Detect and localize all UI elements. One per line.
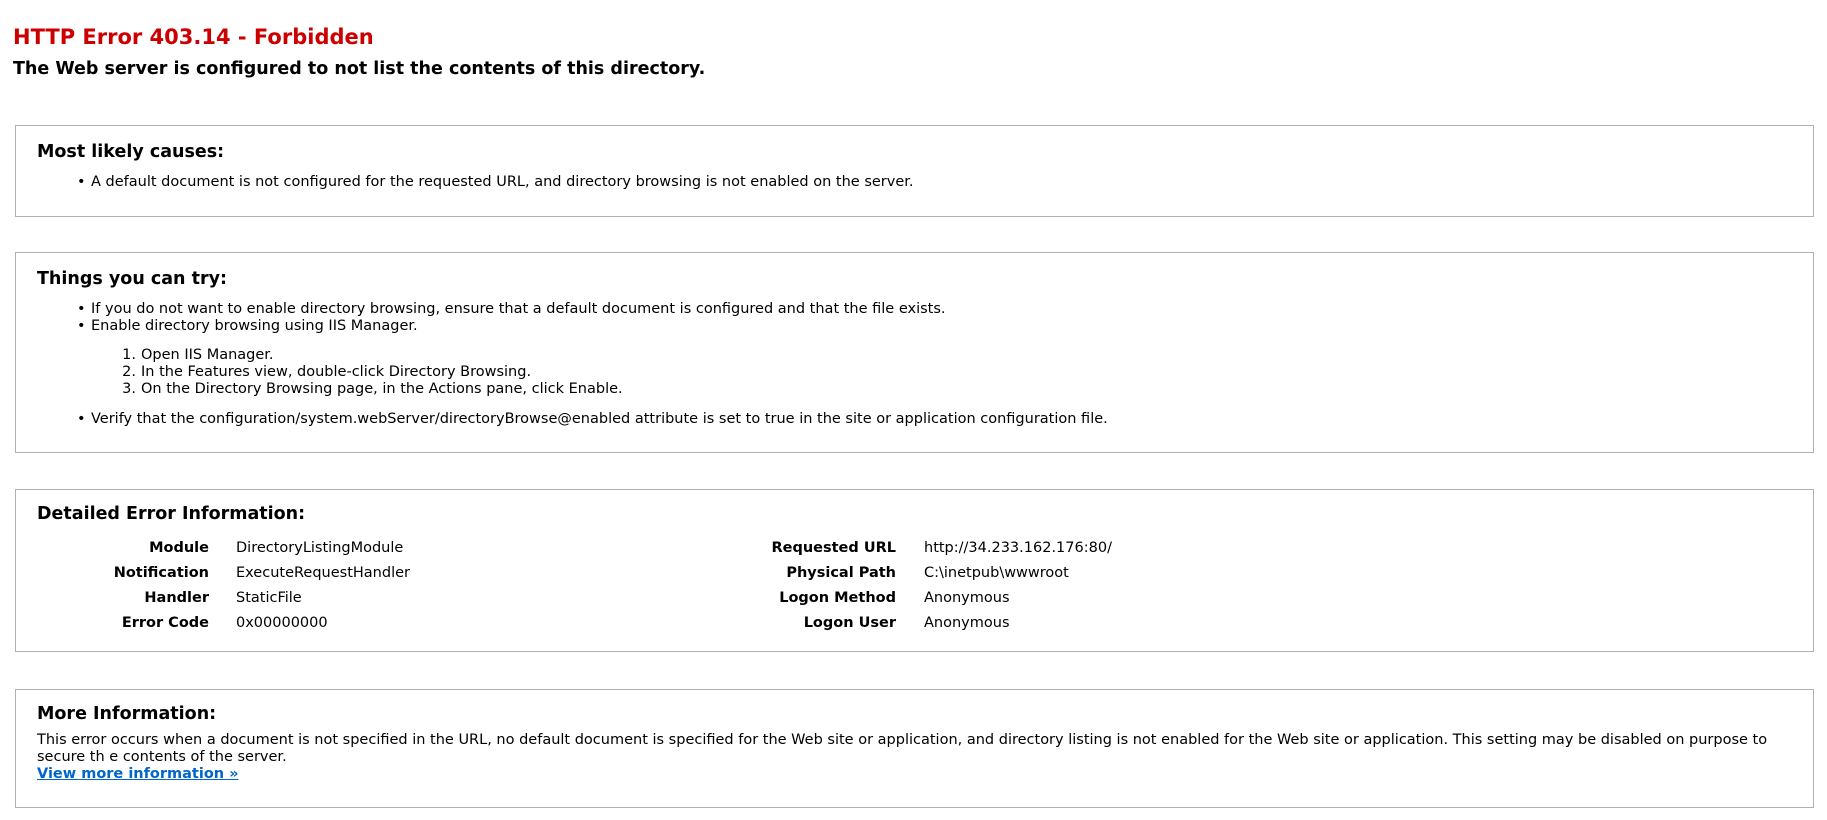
page-subtitle: The Web server is configured to not list…	[13, 59, 706, 79]
page-header: HTTP Error 403.14 - Forbidden The Web se…	[13, 22, 705, 81]
detail-value: Anonymous	[924, 615, 1010, 631]
bullet-icon: •	[77, 301, 86, 317]
causes-section: Most likely causes: • A default document …	[15, 125, 1814, 217]
more-info-text: This error occurs when a document is not…	[37, 732, 1768, 765]
step-number: 2.	[122, 364, 136, 380]
view-more-link[interactable]: View more information »	[37, 766, 239, 783]
detail-label: Error Code	[121, 615, 209, 631]
list-item-text: A default document is not configured for…	[91, 174, 914, 190]
details-heading: Detailed Error Information:	[37, 504, 306, 524]
detail-value: C:\inetpub\wwwroot	[924, 565, 1069, 581]
page-title: HTTP Error 403.14 - Forbidden	[13, 25, 374, 49]
step-number: 1.	[122, 347, 136, 363]
more-section: More Information: This error occurs when…	[15, 689, 1814, 808]
detail-label: Logon User	[803, 615, 896, 631]
step-text: Open IIS Manager.	[141, 347, 274, 363]
bullet-icon: •	[77, 411, 86, 427]
causes-list: • A default document is not configured fo…	[77, 174, 914, 191]
try-heading: Things you can try:	[37, 269, 228, 289]
step-item: 2. In the Features view, double-click Dir…	[116, 364, 623, 381]
steps-list: 1. Open IIS Manager. 2. In the Features vi…	[116, 347, 623, 398]
detail-label: Handler	[144, 590, 209, 606]
detail-label: Physical Path	[786, 565, 896, 581]
list-item-text: If you do not want to enable directory b…	[91, 301, 946, 317]
step-item: 1. Open IIS Manager.	[116, 347, 623, 364]
bullet-icon: •	[77, 318, 86, 334]
try-section: Things you can try: • If you do not want …	[15, 252, 1814, 453]
detail-label: Logon Method	[779, 590, 896, 606]
detail-value: 0x00000000	[236, 615, 328, 631]
detail-row-handler: Handler StaticFile Logon Method Anonymou…	[16, 586, 1815, 610]
try-list: • If you do not want to enable directory …	[77, 301, 946, 335]
detail-label: Requested URL	[771, 540, 896, 556]
list-item: • A default document is not configured fo…	[77, 174, 914, 191]
list-item: • If you do not want to enable directory …	[77, 301, 946, 318]
details-section: Detailed Error Information: Module Direc…	[15, 489, 1814, 652]
detail-value: DirectoryListingModule	[236, 540, 404, 556]
list-item-text: Enable directory browsing using IIS Mana…	[91, 318, 418, 334]
causes-heading: Most likely causes:	[37, 142, 225, 162]
detail-value: http://34.233.162.176:80/	[924, 540, 1112, 556]
bullet-icon: •	[77, 174, 86, 190]
detail-row-notification: Notification ExecuteRequestHandler Physi…	[16, 561, 1815, 585]
detail-row-module: Module DirectoryListingModule Requested …	[16, 536, 1815, 560]
detail-value: StaticFile	[236, 590, 302, 606]
step-number: 3.	[122, 381, 136, 397]
detail-value: Anonymous	[924, 590, 1010, 606]
step-text: In the Features view, double-click Direc…	[141, 364, 532, 380]
detail-label: Module	[149, 540, 209, 556]
list-item: • Enable directory browsing using IIS Man…	[77, 318, 946, 335]
try-list-continued: • Verify that the configuration/system.we…	[77, 411, 1108, 428]
step-item: 3. On the Directory Browsing page, in the…	[116, 381, 623, 398]
list-item-text: Verify that the configuration/system.web…	[91, 411, 1108, 427]
list-item: • Verify that the configuration/system.we…	[77, 411, 1108, 428]
detail-row-error-code: Error Code 0x00000000 Logon User Anonymo…	[16, 611, 1815, 635]
step-text: On the Directory Browsing page, in the A…	[141, 381, 623, 397]
detail-label: Notification	[113, 565, 209, 581]
more-heading: More Information:	[37, 704, 217, 724]
detail-value: ExecuteRequestHandler	[236, 565, 410, 581]
